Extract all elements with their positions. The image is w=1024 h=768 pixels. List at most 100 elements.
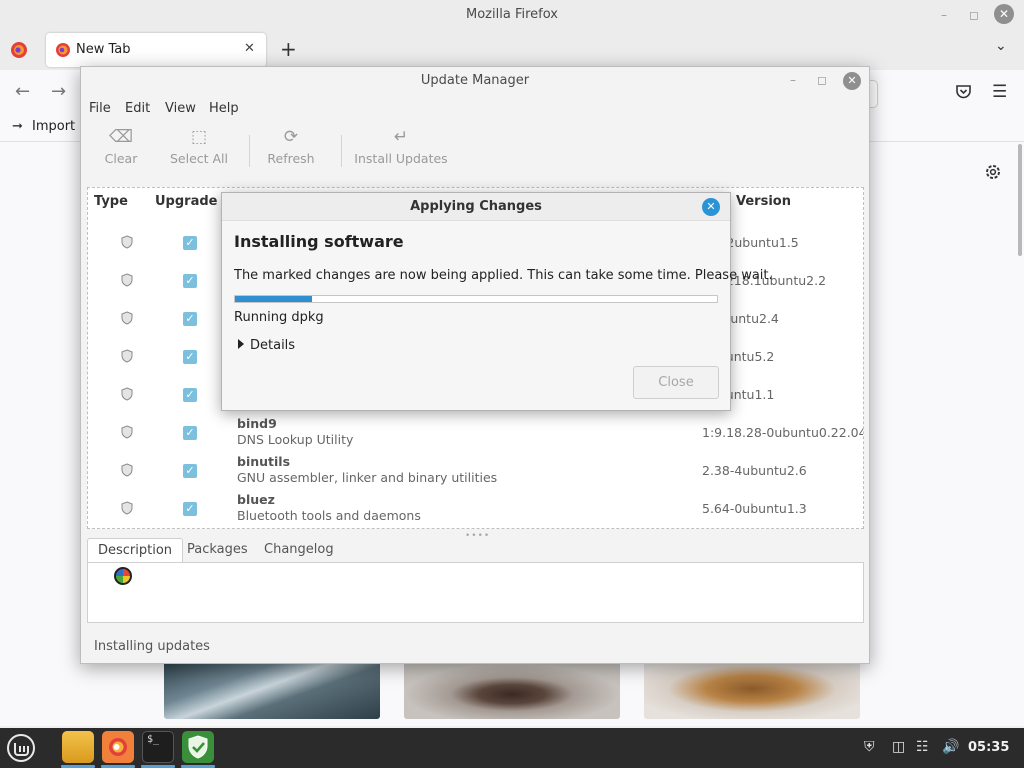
upgrade-checkbox[interactable]: ✓: [183, 502, 197, 516]
dialog-message: The marked changes are now being applied…: [234, 268, 773, 283]
dialog-heading: Installing software: [234, 232, 404, 251]
security-shield-icon: [121, 349, 133, 363]
firefox-view-icon[interactable]: [10, 41, 28, 59]
select-all-label: Select All: [169, 151, 229, 166]
detail-tabs: Description Packages Changelog: [87, 538, 864, 564]
upgrade-checkbox[interactable]: ✓: [183, 312, 197, 326]
clock[interactable]: 05:35: [968, 740, 1009, 755]
page-scrollbar[interactable]: [1018, 144, 1022, 256]
um-maximize-button[interactable]: ◻: [814, 73, 830, 87]
security-shield-icon: [121, 311, 133, 325]
security-shield-icon: [121, 463, 133, 477]
firefox-titlebar: Mozilla Firefox: [0, 0, 1024, 30]
clear-button[interactable]: ⌫ Clear: [97, 125, 145, 179]
tray-volume-icon[interactable]: 🔊: [942, 739, 959, 755]
story-thumbnail-image[interactable]: [164, 664, 380, 719]
tab-description[interactable]: Description: [87, 538, 184, 564]
tray-update-icon[interactable]: ◫: [892, 739, 905, 755]
update-manager-title: Update Manager: [420, 73, 530, 88]
package-name: bind9: [237, 416, 277, 431]
update-manager-shield-icon[interactable]: [182, 731, 214, 763]
tab-new-tab[interactable]: New Tab ✕: [46, 33, 266, 67]
package-name: bluez: [237, 492, 275, 507]
upgrade-checkbox[interactable]: ✓: [183, 426, 197, 440]
firefox-window-title: Mozilla Firefox: [466, 7, 558, 22]
select-all-icon: ⬚: [190, 127, 208, 147]
terminal-icon[interactable]: $_: [142, 731, 174, 763]
select-all-button[interactable]: ⬚ Select All: [165, 125, 233, 179]
upgrade-checkbox[interactable]: ✓: [183, 236, 197, 250]
table-row[interactable]: ✓ bluez Bluetooth tools and daemons 5.64…: [88, 492, 863, 528]
list-all-tabs-chevron-icon[interactable]: ⌄: [995, 38, 1007, 54]
firefox-tabbar: New Tab ✕ + ⌄: [0, 30, 1024, 70]
tray-shield-icon[interactable]: ⛨: [864, 739, 875, 755]
hamburger-menu-icon[interactable]: ☰: [992, 82, 1007, 102]
story-thumbnail-image[interactable]: [404, 664, 620, 719]
tab-label: New Tab: [76, 42, 131, 57]
table-row[interactable]: ✓ bind9 DNS Lookup Utility 1:9.18.28-0ub…: [88, 416, 863, 454]
pocket-icon[interactable]: [955, 84, 972, 100]
upgrade-checkbox[interactable]: ✓: [183, 350, 197, 364]
refresh-button[interactable]: ⟳ Refresh: [265, 125, 317, 179]
files-folder-icon[interactable]: [62, 731, 94, 763]
firefox-maximize-button[interactable]: ◻: [964, 5, 984, 25]
backspace-icon: ⌫: [108, 127, 134, 147]
forward-arrow-icon[interactable]: →: [51, 81, 66, 102]
tab-changelog[interactable]: Changelog: [254, 538, 344, 564]
firefox-taskbar-icon[interactable]: [102, 731, 134, 763]
table-row[interactable]: ✓ binutils GNU assembler, linker and bin…: [88, 454, 863, 492]
column-header-type[interactable]: Type: [94, 194, 128, 209]
menu-help[interactable]: Help: [209, 101, 239, 116]
expander-arrow-icon[interactable]: [238, 339, 244, 349]
package-version: 5.64-0ubuntu1.3: [702, 501, 807, 516]
description-panel: [87, 562, 864, 623]
status-text: Installing updates: [94, 639, 210, 654]
security-shield-icon: [121, 425, 133, 439]
update-manager-titlebar: Update Manager: [81, 67, 869, 97]
dialog-close-icon[interactable]: ✕: [702, 198, 720, 216]
package-version: 2.38-4ubuntu2.6: [702, 463, 807, 478]
package-description: GNU assembler, linker and binary utiliti…: [237, 470, 498, 485]
install-updates-label: Install Updates: [354, 151, 448, 166]
toolbar-separator: [341, 135, 342, 167]
firefox-close-button[interactable]: ✕: [994, 4, 1014, 24]
menubar: File Edit View Help: [81, 97, 869, 121]
package-description: DNS Lookup Utility: [237, 432, 354, 447]
busy-spinner-icon: [114, 567, 132, 585]
new-tab-plus-icon[interactable]: +: [280, 38, 297, 60]
details-expander[interactable]: Details: [250, 338, 295, 353]
upgrade-checkbox[interactable]: ✓: [183, 388, 197, 402]
applying-changes-dialog: Applying Changes ✕ Installing software T…: [221, 192, 773, 411]
package-version: 1:9.18.28-0ubuntu0.22.04.: [702, 425, 864, 440]
upgrade-checkbox[interactable]: ✓: [183, 464, 197, 478]
firefox-logo-icon: [56, 43, 70, 57]
security-shield-icon: [121, 235, 133, 249]
menu-edit[interactable]: Edit: [125, 101, 150, 116]
tab-packages[interactable]: Packages: [177, 538, 258, 564]
column-header-version[interactable]: Version: [736, 194, 791, 209]
mint-menu-icon[interactable]: [6, 733, 36, 763]
refresh-label: Refresh: [267, 151, 315, 166]
menu-file[interactable]: File: [89, 101, 111, 116]
back-arrow-icon[interactable]: ←: [15, 81, 30, 102]
import-bookmarks-icon[interactable]: ➞: [12, 119, 23, 134]
story-thumbnail-image[interactable]: [644, 664, 860, 719]
package-name: binutils: [237, 454, 291, 469]
column-header-upgrade[interactable]: Upgrade: [155, 194, 217, 209]
um-minimize-button[interactable]: –: [785, 73, 801, 87]
toolbar-separator: [249, 135, 250, 167]
tray-network-icon[interactable]: ☷: [916, 739, 929, 755]
settings-gear-icon[interactable]: [983, 162, 1003, 182]
um-close-button[interactable]: ✕: [843, 72, 861, 90]
close-button[interactable]: Close: [633, 366, 719, 399]
tab-close-icon[interactable]: ✕: [244, 41, 255, 56]
upgrade-checkbox[interactable]: ✓: [183, 274, 197, 288]
refresh-icon: ⟳: [283, 127, 299, 147]
menu-view[interactable]: View: [165, 101, 196, 116]
package-description: Bluetooth tools and daemons: [237, 508, 421, 523]
security-shield-icon: [121, 501, 133, 515]
current-action-text: Running dpkg: [234, 310, 324, 325]
firefox-minimize-button[interactable]: –: [934, 5, 954, 25]
install-updates-button[interactable]: ↵ Install Updates: [353, 125, 449, 179]
progress-bar: [234, 295, 718, 303]
